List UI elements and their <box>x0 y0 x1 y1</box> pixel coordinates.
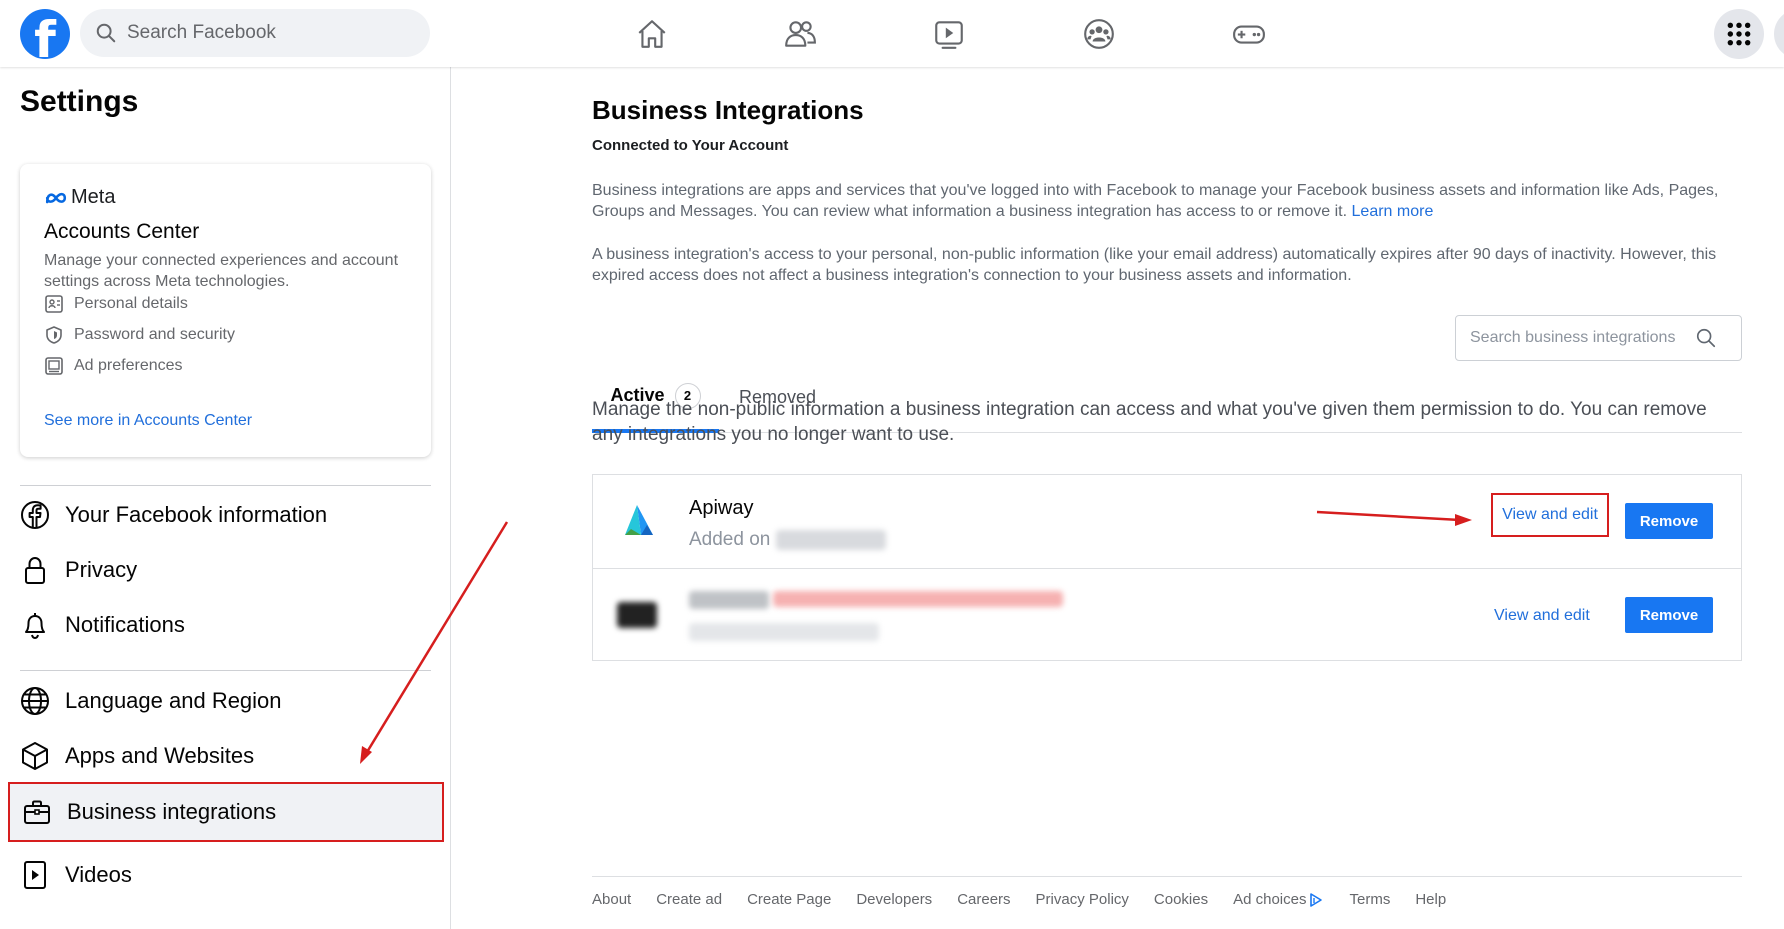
blurred-integration-name <box>689 591 1063 609</box>
search-icon <box>96 23 116 43</box>
briefcase-icon <box>24 800 50 824</box>
remove-button[interactable]: Remove <box>1625 503 1713 539</box>
ac-item-ad-preferences[interactable]: Ad preferences <box>44 356 183 376</box>
meta-logo: Meta <box>44 186 115 209</box>
sidebar-item-videos[interactable]: Videos <box>20 851 431 899</box>
footer: About Create ad Create Page Developers C… <box>592 876 1742 916</box>
facebook-logo[interactable]: f <box>20 9 70 65</box>
search-bar[interactable] <box>80 9 430 57</box>
id-card-icon <box>45 295 63 313</box>
blurred-app-logo <box>617 593 661 637</box>
facebook-icon <box>21 501 49 529</box>
accounts-center-title: Accounts Center <box>44 220 200 243</box>
sidebar-item-privacy[interactable]: Privacy <box>20 546 431 594</box>
shield-icon <box>46 326 62 344</box>
ac-item-password-security[interactable]: Password and security <box>44 325 235 345</box>
gaming-icon[interactable] <box>1229 14 1269 54</box>
groups-icon[interactable] <box>1079 14 1119 54</box>
top-navigation-bar: f <box>0 0 1784 67</box>
footer-link-about[interactable]: About <box>592 891 631 908</box>
footer-link-developers[interactable]: Developers <box>856 891 932 908</box>
friends-icon[interactable] <box>780 14 820 54</box>
watch-icon[interactable] <box>929 14 969 54</box>
footer-link-careers[interactable]: Careers <box>957 891 1010 908</box>
learn-more-link[interactable]: Learn more <box>1352 203 1434 220</box>
list-item: View and edit Remove <box>593 568 1741 661</box>
footer-link-help[interactable]: Help <box>1415 891 1446 908</box>
sidebar-divider <box>20 670 431 671</box>
search-input[interactable] <box>127 22 407 44</box>
intro-paragraph: Business integrations are apps and servi… <box>592 182 1719 220</box>
apiway-logo-icon <box>625 505 653 535</box>
footer-link-create-ad[interactable]: Create ad <box>656 891 722 908</box>
footer-link-terms[interactable]: Terms <box>1349 891 1390 908</box>
blurred-date <box>776 530 887 550</box>
ad-choices-icon <box>1310 892 1323 907</box>
view-and-edit-link[interactable]: View and edit <box>1490 601 1594 631</box>
footer-link-cookies[interactable]: Cookies <box>1154 891 1208 908</box>
integration-name: Apiway <box>689 497 754 519</box>
sidebar-item-language-region[interactable]: Language and Region <box>20 677 431 725</box>
footer-link-create-page[interactable]: Create Page <box>747 891 831 908</box>
accounts-center-card[interactable]: Meta Accounts Center Manage your connect… <box>20 164 431 457</box>
settings-sidebar: Settings Meta Accounts Center Manage you… <box>0 67 451 929</box>
accounts-center-description: Manage your connected experiences and ac… <box>44 252 399 290</box>
blurred-added-date <box>689 623 879 641</box>
integration-list: Apiway Added on View and edit Remove Vie… <box>592 474 1742 661</box>
view-and-edit-link[interactable]: View and edit <box>1491 493 1609 537</box>
monitor-icon <box>45 357 63 375</box>
integration-search-input[interactable] <box>1470 329 1695 347</box>
sidebar-divider <box>20 485 431 486</box>
home-icon[interactable] <box>632 14 672 54</box>
page-title: Business Integrations <box>592 95 864 125</box>
manage-description: Manage the non-public information a busi… <box>592 399 1707 445</box>
globe-icon <box>21 687 49 715</box>
messenger-button[interactable] <box>1774 9 1784 59</box>
video-icon <box>24 861 46 889</box>
list-item: Apiway Added on View and edit Remove <box>593 475 1741 568</box>
sidebar-item-notifications[interactable]: Notifications <box>20 601 431 649</box>
lock-icon <box>25 556 45 584</box>
integration-search-box[interactable] <box>1455 315 1742 361</box>
sidebar-item-your-facebook-information[interactable]: Your Facebook information <box>20 491 431 539</box>
cube-icon <box>22 742 48 770</box>
settings-title: Settings <box>20 85 139 118</box>
integration-added-date: Added on <box>689 529 887 551</box>
ac-item-personal-details[interactable]: Personal details <box>44 294 188 314</box>
sidebar-item-business-integrations[interactable]: Business integrations <box>8 782 444 842</box>
search-icon <box>1696 328 1716 348</box>
footer-link-ad-choices[interactable]: Ad choices <box>1233 891 1324 908</box>
footer-links: About Create ad Create Page Developers C… <box>592 891 1471 908</box>
sidebar-item-apps-websites[interactable]: Apps and Websites <box>20 732 431 780</box>
see-more-accounts-center-link[interactable]: See more in Accounts Center <box>44 412 252 430</box>
apps-grid-icon[interactable] <box>1714 9 1764 59</box>
bell-icon <box>25 613 45 640</box>
meta-icon <box>45 192 67 203</box>
page-subtitle: Connected to Your Account <box>592 137 789 154</box>
footer-link-privacy-policy[interactable]: Privacy Policy <box>1036 891 1129 908</box>
expiry-paragraph: A business integration's access to your … <box>592 246 1717 284</box>
remove-button[interactable]: Remove <box>1625 597 1713 633</box>
